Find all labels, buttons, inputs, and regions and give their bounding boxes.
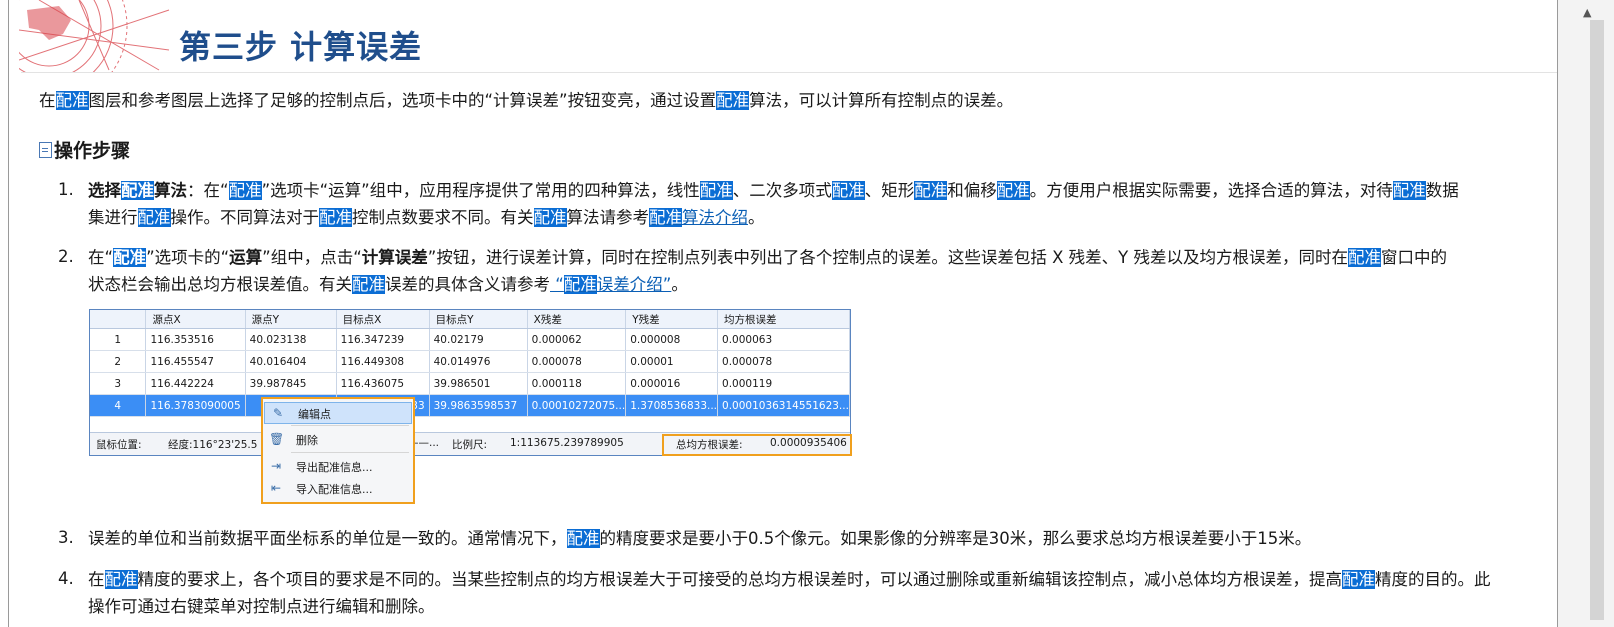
menu-item-delete[interactable]: 🗑 删除 bbox=[263, 429, 413, 449]
table-row[interactable]: 3 116.442224 39.987845 116.436075 39.986… bbox=[90, 372, 850, 395]
scroll-up-arrow-icon[interactable]: ▲ bbox=[1583, 6, 1591, 19]
step-number: 2. bbox=[58, 247, 74, 266]
cell: 116.347239 bbox=[336, 328, 430, 351]
step2-line1: 在“配准”选项卡的“运算”组中，点击“计算误差”按钮，进行误差计算，同时在控制点… bbox=[88, 248, 1447, 267]
step3-line1: 误差的单位和当前数据平面坐标系的单位是一致的。通常情况下，配准的精度要求是要小于… bbox=[88, 529, 1312, 548]
cell: 0.000078 bbox=[717, 350, 850, 373]
step1-line1: 选择配准算法：在“配准”选项卡“运算”组中，应用程序提供了常用的四种算法，线性配… bbox=[88, 181, 1459, 200]
column-header[interactable]: Y残差 bbox=[625, 310, 719, 329]
cell: 116.3783090005 bbox=[145, 394, 246, 417]
menu-separator bbox=[291, 452, 409, 453]
cell: 0.00010272075... bbox=[527, 394, 627, 417]
longitude-readout: 经度:116°23'25.5 bbox=[168, 439, 258, 451]
cell: 116.442224 bbox=[145, 372, 246, 395]
cell: 39.9863598537 bbox=[429, 394, 528, 417]
step2-line2: 状态栏会输出总均方根误差值。有关配准误差的具体含义请参考 “配准误差介绍”。 bbox=[88, 275, 688, 294]
row-number: 1 bbox=[90, 328, 147, 351]
row-number: 2 bbox=[90, 350, 147, 373]
column-header[interactable]: 源点X bbox=[145, 310, 246, 329]
export-icon: ⇥ bbox=[270, 459, 282, 473]
import-icon: ⇤ bbox=[270, 481, 282, 495]
cell: 39.987845 bbox=[245, 372, 337, 395]
scale-label: 比例尺: bbox=[452, 439, 488, 451]
cell: 0.000119 bbox=[717, 372, 850, 395]
error-intro-link[interactable]: “配准误差介绍” bbox=[550, 275, 671, 294]
menu-item-edit-point[interactable]: ✎ 编辑点 bbox=[264, 402, 412, 424]
status-bar: 鼠标位置: 经度:116°23'25.5 ——... 比例尺: 1:113675… bbox=[90, 432, 852, 456]
cell: 116.436075 bbox=[336, 372, 430, 395]
cell: 40.016404 bbox=[245, 350, 337, 373]
column-header[interactable]: 源点Y bbox=[245, 310, 337, 329]
control-points-screenshot: 源点X 源点Y 目标点X 目标点Y X残差 Y残差 均方根误差 1 116.35… bbox=[89, 309, 852, 456]
column-header bbox=[90, 310, 147, 329]
mouse-position-label: 鼠标位置: bbox=[96, 439, 142, 451]
cell: 0.000016 bbox=[625, 372, 719, 395]
step4-line2: 操作可通过右键菜单对控制点进行编辑和删除。 bbox=[88, 597, 435, 616]
menu-item-import[interactable]: ⇤ 导入配准信息... bbox=[263, 478, 413, 498]
title-divider bbox=[21, 72, 1557, 73]
cell: 0.000078 bbox=[527, 350, 627, 373]
table-row[interactable]: 2 116.455547 40.016404 116.449308 40.014… bbox=[90, 350, 850, 373]
step-number: 4. bbox=[58, 569, 74, 588]
cell: 40.02179 bbox=[429, 328, 528, 351]
help-document: 第三步 计算误差 在配准图层和参考图层上选择了足够的控制点后，选项卡中的“计算误… bbox=[9, 0, 1557, 627]
step-number: 1. bbox=[58, 180, 74, 199]
menu-separator bbox=[291, 425, 409, 426]
column-header[interactable]: 均方根误差 bbox=[717, 310, 850, 329]
table-row[interactable]: 1 116.353516 40.023138 116.347239 40.021… bbox=[90, 328, 850, 351]
step1-line2: 集进行配准操作。不同算法对于配准控制点数要求不同。有关配准算法请参考配准算法介绍… bbox=[88, 208, 765, 227]
cell: 40.014976 bbox=[429, 350, 528, 373]
scale-value: 1:113675.239789905 bbox=[510, 437, 624, 449]
steps-heading: 操作步骤 bbox=[39, 136, 130, 163]
control-points-table: 源点X 源点Y 目标点X 目标点Y X残差 Y残差 均方根误差 1 116.35… bbox=[90, 310, 850, 417]
cell: 0.000062 bbox=[527, 328, 627, 351]
row-number: 4 bbox=[90, 394, 147, 417]
row-context-menu: ✎ 编辑点 🗑 删除 ⇥ 导出配准信息... ⇤ 导入配准信息... bbox=[261, 397, 415, 504]
cell: 0.000063 bbox=[717, 328, 850, 351]
trash-icon: 🗑 bbox=[269, 432, 285, 446]
table-header-row: 源点X 源点Y 目标点X 目标点Y X残差 Y残差 均方根误差 bbox=[90, 310, 850, 329]
cell: 0.000008 bbox=[625, 328, 719, 351]
document-icon bbox=[39, 142, 52, 158]
cell: 116.353516 bbox=[145, 328, 246, 351]
cell: 1.3708536833... bbox=[625, 394, 719, 417]
scrollbar-thumb[interactable] bbox=[1590, 20, 1604, 620]
rmse-value: 0.0000935406 bbox=[770, 437, 847, 449]
cell: 0.0001036314551623... bbox=[717, 394, 850, 417]
vertical-scrollbar[interactable] bbox=[1558, 0, 1614, 627]
step-number: 3. bbox=[58, 528, 74, 547]
cell: 116.455547 bbox=[145, 350, 246, 373]
algorithm-intro-link[interactable]: 配准算法介绍 bbox=[649, 208, 748, 227]
menu-item-export[interactable]: ⇥ 导出配准信息... bbox=[263, 456, 413, 476]
table-row-selected[interactable]: 4 116.3783090005 52233 39.9863598537 0.0… bbox=[90, 394, 850, 417]
column-header[interactable]: X残差 bbox=[527, 310, 627, 329]
cell: 0.00001 bbox=[625, 350, 719, 373]
edit-point-icon: ✎ bbox=[272, 406, 284, 420]
column-header[interactable]: 目标点Y bbox=[429, 310, 528, 329]
cell: 39.986501 bbox=[429, 372, 528, 395]
column-header[interactable]: 目标点X bbox=[336, 310, 430, 329]
cell: 0.000118 bbox=[527, 372, 627, 395]
step4-line1: 在配准精度的要求上，各个项目的要求是不同的。当某些控制点的均方根误差大于可接受的… bbox=[88, 570, 1491, 589]
cell: 116.449308 bbox=[336, 350, 430, 373]
intro-paragraph: 在配准图层和参考图层上选择了足够的控制点后，选项卡中的“计算误差”按钮变亮，通过… bbox=[39, 91, 1014, 110]
globe-logo-icon bbox=[19, 0, 170, 72]
rmse-label: 总均方根误差: bbox=[676, 439, 743, 451]
row-number: 3 bbox=[90, 372, 147, 395]
cell: 40.023138 bbox=[245, 328, 337, 351]
page-title: 第三步 计算误差 bbox=[179, 28, 423, 66]
